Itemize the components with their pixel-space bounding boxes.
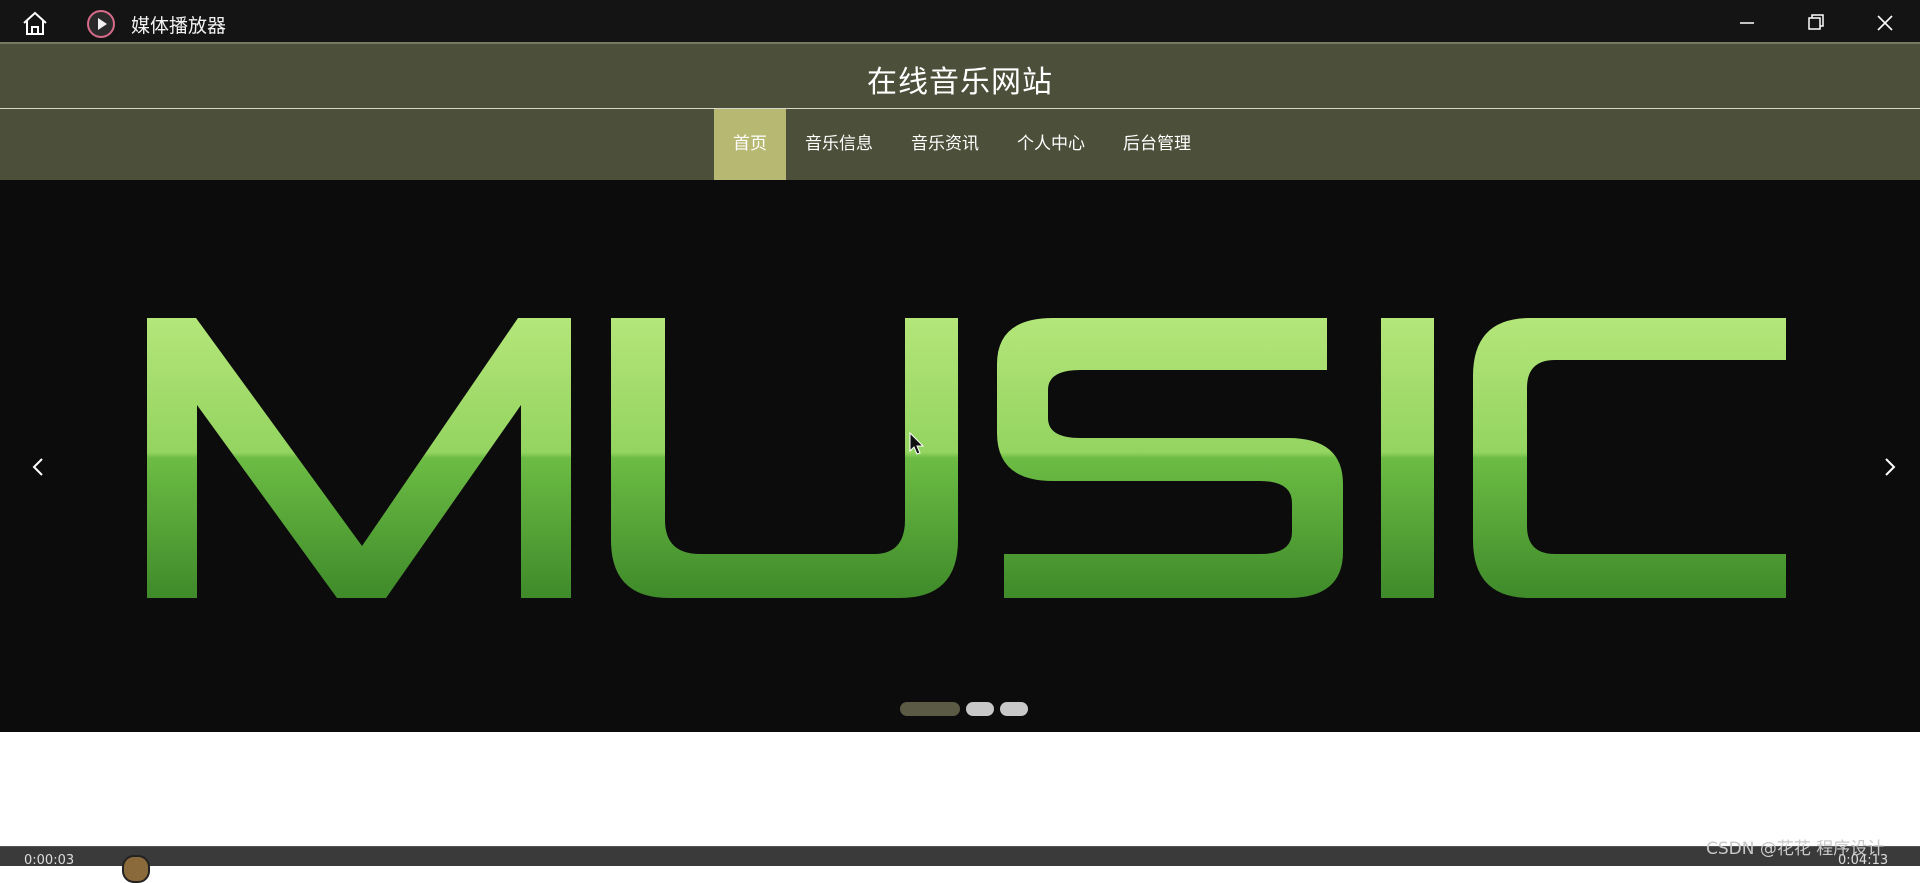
carousel-dot-2[interactable] bbox=[966, 702, 994, 716]
site-title: 在线音乐网站 bbox=[867, 65, 1053, 100]
csdn-watermark: CSDN @花花 程序设计 bbox=[1706, 839, 1885, 859]
banner-carousel[interactable] bbox=[0, 180, 1920, 732]
nav-item-music-news[interactable]: 音乐资讯 bbox=[892, 109, 998, 180]
main-nav: 首页 音乐信息 音乐资讯 个人中心 后台管理 bbox=[0, 108, 1920, 180]
carousel-dot-1[interactable] bbox=[900, 702, 960, 716]
mouse-cursor-icon bbox=[909, 432, 925, 455]
carousel-dot-3[interactable] bbox=[1000, 702, 1028, 716]
nav-list: 首页 音乐信息 音乐资讯 个人中心 后台管理 bbox=[714, 109, 1210, 181]
home-icon[interactable] bbox=[20, 9, 50, 37]
nav-item-personal-center[interactable]: 个人中心 bbox=[998, 109, 1104, 180]
nav-item-admin[interactable]: 后台管理 bbox=[1104, 109, 1210, 180]
chevron-right-icon[interactable] bbox=[1872, 446, 1906, 488]
close-icon[interactable] bbox=[1862, 6, 1908, 40]
window-title: 媒体播放器 bbox=[131, 15, 227, 37]
nav-item-home[interactable]: 首页 bbox=[714, 109, 786, 180]
music-banner-image bbox=[0, 180, 1920, 732]
site-header: 在线音乐网站 bbox=[0, 42, 1920, 108]
window-title-bar: 媒体播放器 bbox=[0, 0, 1920, 42]
media-player-icon bbox=[87, 10, 115, 38]
media-player-controls: 0:00:03 0:04:13 bbox=[0, 846, 1920, 883]
seek-knob[interactable] bbox=[122, 855, 150, 883]
restore-icon[interactable] bbox=[1792, 6, 1838, 40]
minimize-icon[interactable] bbox=[1724, 6, 1770, 40]
nav-item-music-info[interactable]: 音乐信息 bbox=[786, 109, 892, 180]
chevron-left-icon[interactable] bbox=[22, 446, 56, 488]
